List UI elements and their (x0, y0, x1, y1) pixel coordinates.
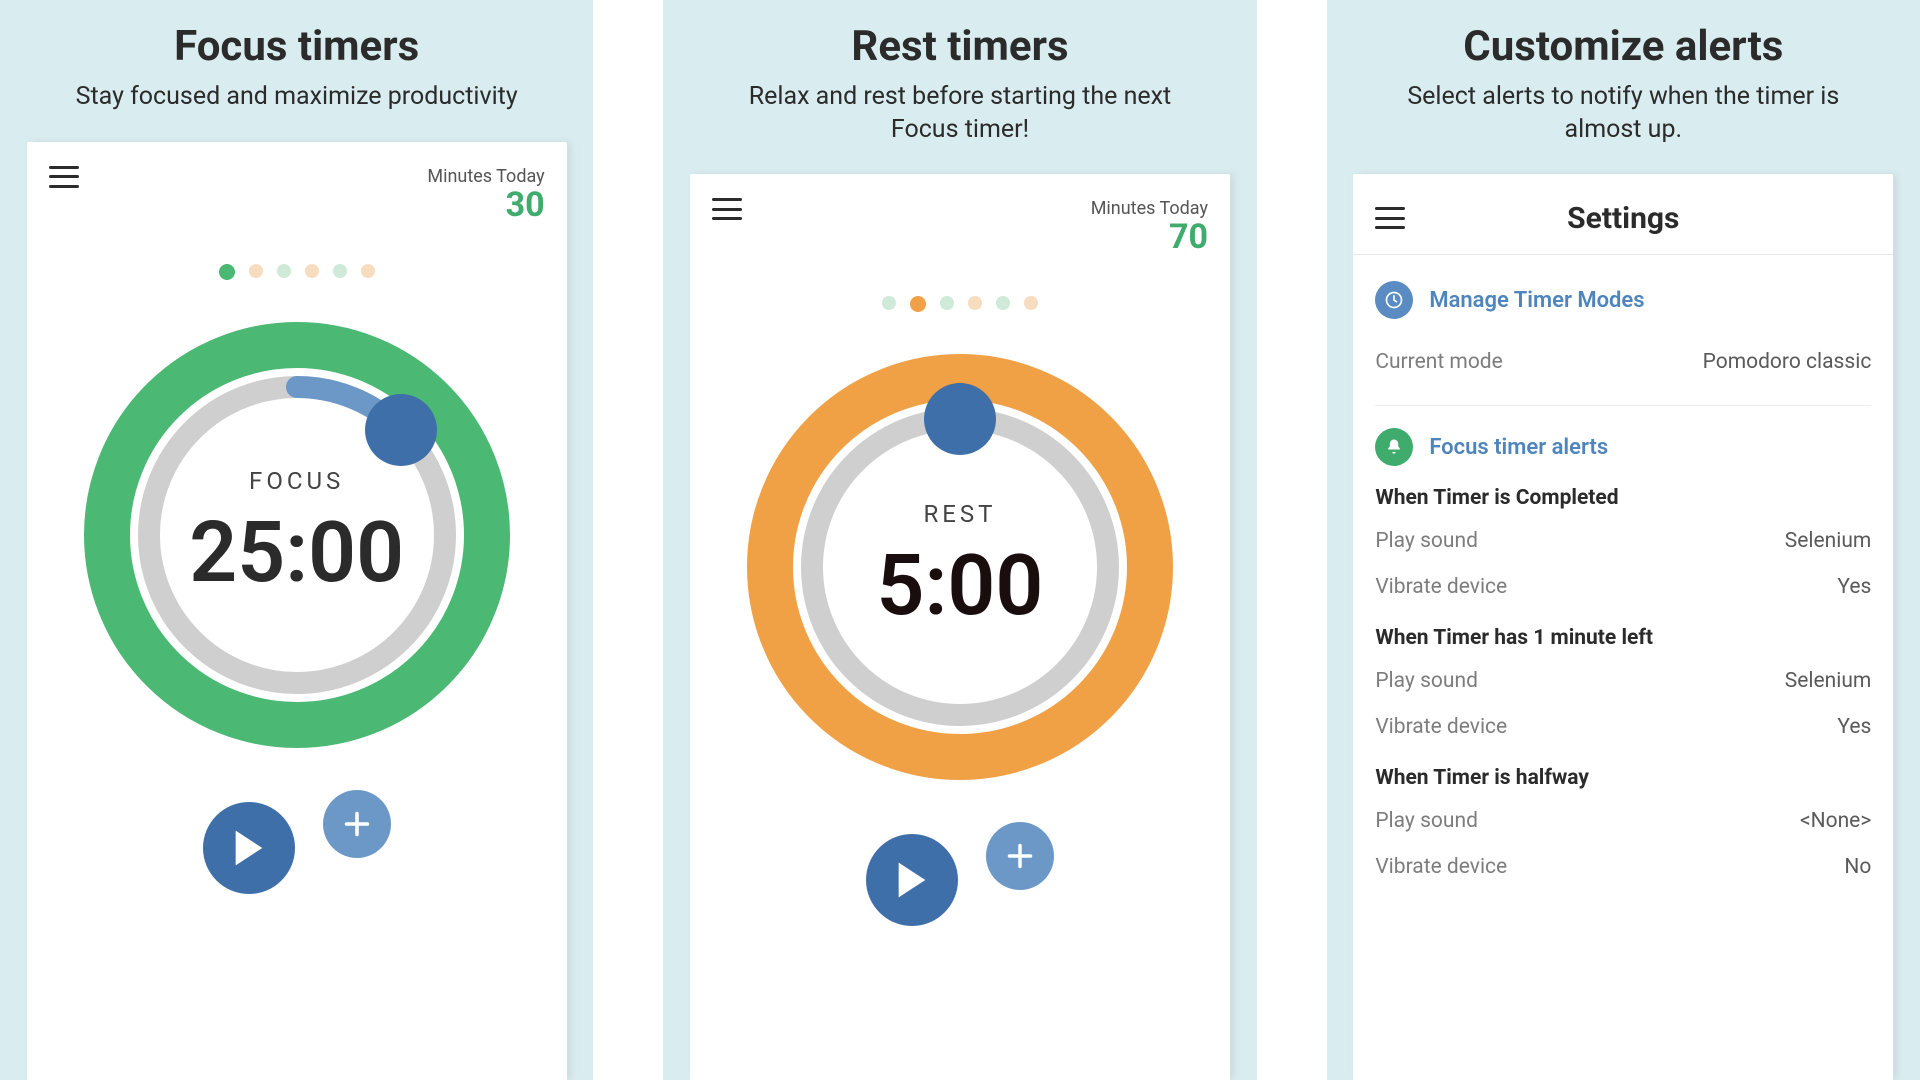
session-dot[interactable] (219, 264, 235, 280)
divider (1353, 254, 1893, 255)
menu-icon[interactable] (712, 198, 742, 220)
section-head: Manage Timer Modes (1375, 281, 1871, 319)
alert-group-heading: When Timer has 1 minute left (1375, 626, 1871, 650)
timer-ring[interactable]: REST 5:00 (745, 352, 1175, 782)
timer-text: FOCUS 25:00 (82, 320, 512, 750)
row-label: Play sound (1375, 809, 1478, 833)
minutes-value: 30 (427, 187, 544, 224)
timer-mode-label: REST (923, 500, 996, 528)
settings-row[interactable]: Vibrate device Yes (1375, 704, 1871, 750)
settings-title: Settings (1375, 201, 1871, 236)
row-value: Selenium (1785, 669, 1872, 693)
row-value: Selenium (1785, 529, 1872, 553)
session-dots (712, 296, 1208, 312)
play-icon (896, 861, 928, 899)
session-dot[interactable] (968, 296, 982, 310)
minutes-today: Minutes Today 30 (427, 166, 544, 224)
session-dots (49, 264, 545, 280)
settings-row[interactable]: Vibrate device No (1375, 844, 1871, 890)
session-dot[interactable] (361, 264, 375, 278)
panel-subtitle: Select alerts to notify when the timer i… (1393, 81, 1853, 146)
play-icon (233, 829, 265, 867)
phone-screen-focus: Minutes Today 30 FOCUS 25:00 (27, 142, 567, 1080)
settings-row[interactable]: Play sound Selenium (1375, 658, 1871, 704)
session-dot[interactable] (940, 296, 954, 310)
panel-title: Focus timers (174, 22, 419, 71)
panel-focus: Focus timers Stay focused and maximize p… (0, 0, 593, 1080)
timer-ring-wrap: FOCUS 25:00 (49, 320, 545, 750)
manage-modes-link[interactable]: Manage Timer Modes (1429, 288, 1644, 313)
timer-controls (49, 770, 545, 880)
panel-subtitle: Relax and rest before starting the next … (730, 81, 1190, 146)
row-label: Current mode (1375, 350, 1502, 374)
section-manage-modes: Manage Timer Modes Current mode Pomodoro… (1375, 281, 1871, 385)
add-button[interactable] (323, 790, 391, 858)
settings-row[interactable]: Vibrate device Yes (1375, 564, 1871, 610)
minutes-label: Minutes Today (427, 166, 544, 187)
panel-subtitle: Stay focused and maximize productivity (76, 81, 518, 114)
showcase: Focus timers Stay focused and maximize p… (0, 0, 1920, 1080)
phone-screen-settings: Settings Manage Timer Modes Current mode… (1353, 174, 1893, 1080)
session-dot[interactable] (910, 296, 926, 312)
current-mode-row[interactable]: Current mode Pomodoro classic (1375, 339, 1871, 385)
bell-icon (1375, 428, 1413, 466)
phone-header: Minutes Today 30 (49, 166, 545, 224)
alert-groups: When Timer is Completed Play sound Seleniu… (1375, 486, 1871, 890)
row-value: No (1844, 855, 1871, 879)
minutes-label: Minutes Today (1091, 198, 1208, 219)
phone-header: Minutes Today 70 (712, 198, 1208, 256)
timer-ring-wrap: REST 5:00 (712, 352, 1208, 782)
row-label: Play sound (1375, 529, 1478, 553)
section-head: Focus timer alerts (1375, 428, 1871, 466)
settings-header: Settings (1375, 198, 1871, 238)
play-button[interactable] (866, 834, 958, 926)
phone-screen-rest: Minutes Today 70 REST 5:00 (690, 174, 1230, 1080)
panel-title: Rest timers (851, 22, 1068, 71)
timer-time-value: 25:00 (189, 503, 404, 602)
row-value: Pomodoro classic (1703, 350, 1872, 374)
session-dot[interactable] (996, 296, 1010, 310)
row-value: <None> (1800, 809, 1871, 833)
timer-mode-label: FOCUS (249, 467, 344, 495)
settings-row[interactable]: Play sound Selenium (1375, 518, 1871, 564)
menu-icon[interactable] (49, 166, 79, 188)
focus-alerts-link[interactable]: Focus timer alerts (1429, 435, 1608, 460)
session-dot[interactable] (277, 264, 291, 278)
timer-knob[interactable] (924, 383, 996, 455)
settings-row[interactable]: Play sound <None> (1375, 798, 1871, 844)
add-button[interactable] (986, 822, 1054, 890)
session-dot[interactable] (333, 264, 347, 278)
plus-icon (1006, 842, 1034, 870)
row-label: Vibrate device (1375, 575, 1507, 599)
row-value: Yes (1837, 575, 1871, 599)
timer-ring[interactable]: FOCUS 25:00 (82, 320, 512, 750)
play-button[interactable] (203, 802, 295, 894)
minutes-today: Minutes Today 70 (1091, 198, 1208, 256)
minutes-value: 70 (1091, 219, 1208, 256)
session-dot[interactable] (305, 264, 319, 278)
panel-settings: Customize alerts Select alerts to notify… (1327, 0, 1920, 1080)
alert-group-heading: When Timer is halfway (1375, 766, 1871, 790)
session-dot[interactable] (882, 296, 896, 310)
panel-rest: Rest timers Relax and rest before starti… (663, 0, 1256, 1080)
row-value: Yes (1837, 715, 1871, 739)
timer-knob[interactable] (365, 394, 437, 466)
session-dot[interactable] (1024, 296, 1038, 310)
row-label: Vibrate device (1375, 855, 1507, 879)
alert-group-heading: When Timer is Completed (1375, 486, 1871, 510)
timer-time-value: 5:00 (877, 536, 1044, 635)
plus-icon (343, 810, 371, 838)
divider (1375, 405, 1871, 406)
row-label: Play sound (1375, 669, 1478, 693)
row-label: Vibrate device (1375, 715, 1507, 739)
clock-icon (1375, 281, 1413, 319)
panel-title: Customize alerts (1463, 22, 1783, 71)
section-focus-alerts: Focus timer alerts When Timer is Complet… (1375, 428, 1871, 890)
timer-controls (712, 802, 1208, 912)
session-dot[interactable] (249, 264, 263, 278)
